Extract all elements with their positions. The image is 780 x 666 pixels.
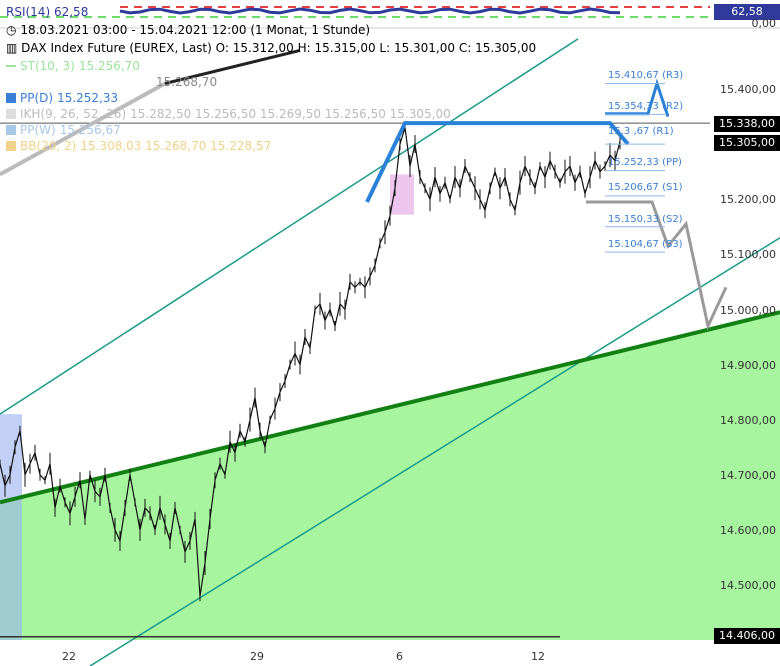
x-tick: 12 <box>531 650 545 663</box>
indicator-pp-daily[interactable]: PP(D) 15.252,33 <box>6 91 118 105</box>
pivot-r2: 15.354,33 (R2) <box>608 101 684 112</box>
indicator-values: 15.282,50 15.256,50 15.269,50 15.256,50 … <box>130 107 451 121</box>
pivot-s2: 15.150,33 (S2) <box>608 214 683 225</box>
pivot-r1: 15.3 ,67 (R1) <box>608 126 674 137</box>
y-tick: 15.400,00 <box>720 83 776 96</box>
pivot-pp: 15.252,33 (PP) <box>608 157 682 168</box>
date-range-row: ◷ 18.03.2021 03:00 - 15.04.2021 12:00 (1… <box>6 23 370 37</box>
legend-swatch <box>6 109 16 119</box>
support-zone <box>0 312 780 640</box>
instrument-row: ▥ DAX Index Future (EUREX, Last) O: 15.3… <box>6 41 536 55</box>
x-tick: 29 <box>250 650 264 663</box>
price-box-resistance: 15.338,00 <box>714 116 780 132</box>
chart-icon: ▥ <box>6 41 18 55</box>
indicator-name: ST(10, 3) <box>20 59 75 73</box>
highlight-band-left <box>0 414 22 640</box>
indicator-name: PP(D) <box>20 91 54 105</box>
rsi-baseline-tick: 0,00 <box>751 17 777 30</box>
indicator-gray-value: 15.268,70 <box>156 75 217 89</box>
legend-swatch <box>6 125 16 135</box>
date-range: 18.03.2021 03:00 - 15.04.2021 12:00 <box>20 23 247 37</box>
ohlc-values: O: 15.312,00 H: 15.315,00 L: 15.301,00 C… <box>215 41 537 55</box>
x-tick: 22 <box>62 650 76 663</box>
legend-swatch <box>6 93 16 103</box>
indicator-values: 15.308,03 15.268,70 15.228,57 <box>80 139 272 153</box>
y-tick: 14.700,00 <box>720 469 776 482</box>
indicator-pp-weekly[interactable]: PP(W) 15.256,67 <box>6 123 121 137</box>
indicator-ikh[interactable]: IKH(9, 26, 52, 26) 15.282,50 15.256,50 1… <box>6 107 451 121</box>
instrument-name: DAX Index Future (EUREX, Last) <box>21 41 212 55</box>
indicator-values: 15.256,67 <box>59 123 121 137</box>
indicator-values: 15.268,70 <box>156 75 218 89</box>
price-box-low: 14.406,00 <box>714 628 780 644</box>
rsi-value: 62,58 <box>53 5 89 19</box>
legend-dash <box>6 65 16 67</box>
indicator-values: 15.256,70 <box>78 59 140 73</box>
indicator-name: BB(20, 2) <box>20 139 77 153</box>
y-tick: 15.000,00 <box>720 304 776 317</box>
y-tick: 15.100,00 <box>720 248 776 261</box>
y-tick: 14.900,00 <box>720 359 776 372</box>
pivot-s1: 15.206,67 (S1) <box>608 182 683 193</box>
indicator-bb[interactable]: BB(20, 2) 15.308,03 15.268,70 15.228,57 <box>6 139 271 153</box>
y-tick: 14.500,00 <box>720 579 776 592</box>
pivot-s3: 15.104,67 (S3) <box>608 239 683 250</box>
pivot-r3: 15.410,67 (R3) <box>608 70 684 81</box>
rsi-name: RSI(14) <box>6 5 51 19</box>
x-tick: 6 <box>396 650 403 663</box>
y-tick: 14.800,00 <box>720 414 776 427</box>
indicator-st[interactable]: ST(10, 3) 15.256,70 <box>6 59 140 73</box>
indicator-name: IKH(9, 26, 52, 26) <box>20 107 127 121</box>
y-tick: 14.600,00 <box>720 524 776 537</box>
legend-swatch <box>6 141 16 151</box>
clock-icon: ◷ <box>6 23 17 37</box>
y-tick: 15.200,00 <box>720 193 776 206</box>
rsi-label: RSI(14) 62,58 <box>6 5 88 19</box>
price-box-close: 15.305,00 <box>714 135 780 151</box>
period: (1 Monat, 1 Stunde) <box>250 23 371 37</box>
indicator-name: PP(W) <box>20 123 56 137</box>
indicator-values: 15.252,33 <box>57 91 119 105</box>
